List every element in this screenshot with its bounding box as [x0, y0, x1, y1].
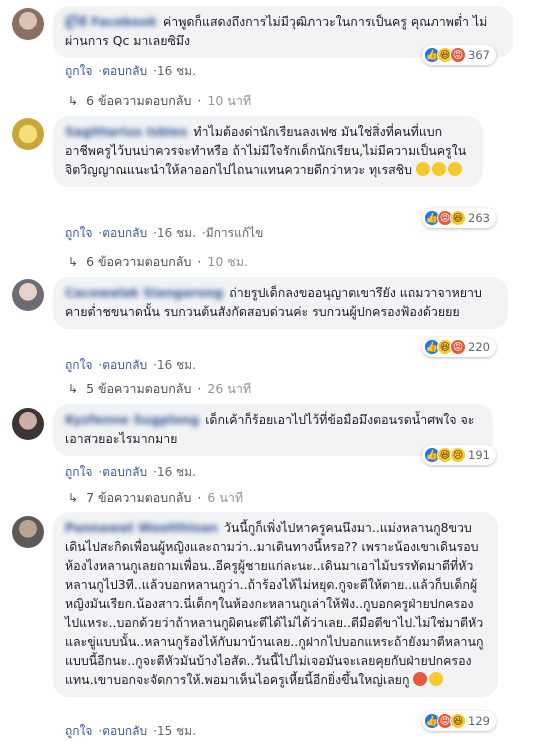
reply-arrow-icon: ↳ — [68, 255, 79, 269]
reaction-count: 263 — [468, 211, 490, 225]
reaction-summary[interactable]: 👍 😡 😆 263 — [422, 208, 496, 228]
reaction-summary[interactable]: 👍 😆 😡 220 — [422, 337, 496, 357]
reply-button[interactable]: ตอบกลับ — [102, 358, 147, 372]
reaction-count: 220 — [468, 340, 490, 354]
replies-time: 6 นาที — [207, 490, 244, 505]
reply-button[interactable]: ตอบกลับ — [102, 465, 147, 479]
comment-author[interactable]: Kyzfenne Sugplong — [65, 412, 199, 427]
emoji-icon — [429, 672, 444, 686]
comment-author[interactable]: Pannawat Wootthisan — [65, 520, 218, 535]
angry-icon: 😡 — [450, 339, 466, 355]
replies-count[interactable]: 7 ข้อความตอบกลับ — [86, 490, 191, 505]
view-replies[interactable]: ↳ 6 ข้อความตอบกลับ · 10 ชม. — [68, 252, 248, 272]
comment-bubble: Cacowalak Siangarong ถ่ายรูปเด็กลงขออนุญา… — [53, 277, 508, 329]
like-button[interactable]: ถูกใจ — [65, 358, 92, 372]
replies-count[interactable]: 6 ข้อความตอบกลับ — [86, 93, 191, 108]
comment-author[interactable]: Cacowalak Siangarong — [65, 285, 223, 300]
view-replies[interactable]: ↳ 6 ข้อความตอบกลับ · 10 นาที — [68, 91, 251, 111]
emoji-icon — [413, 672, 428, 686]
reply-button[interactable]: ตอบกลับ — [102, 226, 147, 240]
reaction-count: 191 — [468, 448, 490, 462]
reply-arrow-icon: ↳ — [68, 94, 79, 108]
comment-author[interactable]: ผู้ใช้ Facebook — [65, 14, 157, 29]
comment-text: วันนี้กูก็เพิ่งไปหาครูคนนึงมา..แม่งหลานก… — [65, 520, 484, 687]
reaction-summary[interactable]: 👍 😆 😡 367 — [422, 45, 496, 65]
like-button[interactable]: ถูกใจ — [65, 64, 92, 78]
sad-icon: 😢 — [450, 447, 466, 463]
avatar[interactable] — [12, 408, 44, 440]
view-replies[interactable]: ↳ 7 ข้อความตอบกลับ · 6 นาที — [68, 488, 243, 508]
replies-time: 10 นาที — [207, 93, 252, 108]
avatar[interactable] — [12, 8, 44, 40]
comment-bubble: Sagittarius Isbles ทำไมต้องด่านักเรียนลงเ… — [53, 116, 483, 187]
like-button[interactable]: ถูกใจ — [65, 724, 92, 738]
replies-time: 10 ชม. — [207, 254, 248, 269]
angry-icon: 😡 — [450, 47, 466, 63]
avatar[interactable] — [12, 118, 44, 150]
replies-count[interactable]: 6 ข้อความตอบกลับ — [86, 254, 191, 269]
comment-time[interactable]: 16 ชม. — [157, 358, 196, 372]
comment-time[interactable]: 16 ชม. — [157, 226, 196, 240]
like-button[interactable]: ถูกใจ — [65, 226, 92, 240]
reply-arrow-icon: ↳ — [68, 491, 79, 505]
reaction-count: 129 — [468, 714, 490, 728]
edited-label[interactable]: มีการแก้ไข — [206, 226, 264, 240]
reply-button[interactable]: ตอบกลับ — [102, 64, 147, 78]
comment-time[interactable]: 16 ชม. — [157, 465, 196, 479]
emoji-icon — [415, 162, 430, 176]
avatar[interactable] — [12, 516, 44, 548]
haha-icon: 😆 — [450, 210, 466, 226]
comment-bubble: Pannawat Wootthisan วันนี้กูก็เพิ่งไปหาคร… — [53, 512, 498, 697]
reply-button[interactable]: ตอบกลับ — [102, 724, 147, 738]
reaction-count: 367 — [468, 48, 490, 62]
comment-actions: ถูกใจ ·ตอบกลับ ·16 ชม. ·มีการแก้ไข — [65, 226, 264, 240]
reaction-summary[interactable]: 👍 😆 😢 191 — [422, 445, 496, 465]
comment-actions: ถูกใจ ·ตอบกลับ ·16 ชม. — [65, 465, 196, 479]
replies-time: 26 นาที — [207, 381, 252, 396]
view-replies[interactable]: ↳ 5 ข้อความตอบกลับ · 26 นาที — [68, 379, 251, 399]
like-button[interactable]: ถูกใจ — [65, 465, 92, 479]
comment-author[interactable]: Sagittarius Isbles — [65, 124, 187, 139]
comment-time[interactable]: 16 ชม. — [157, 64, 196, 78]
haha-icon: 😆 — [450, 713, 466, 729]
avatar[interactable] — [12, 279, 44, 311]
emoji-icon — [447, 162, 462, 176]
reply-arrow-icon: ↳ — [68, 382, 79, 396]
replies-count[interactable]: 5 ข้อความตอบกลับ — [86, 381, 191, 396]
comment-time[interactable]: 15 ชม. — [157, 724, 196, 738]
reaction-summary[interactable]: 👍 😡 😆 129 — [422, 711, 496, 731]
comment-actions: ถูกใจ ·ตอบกลับ ·16 ชม. — [65, 358, 196, 372]
emoji-icon — [431, 162, 446, 176]
comment-actions: ถูกใจ ·ตอบกลับ ·15 ชม. — [65, 724, 196, 738]
comment-actions: ถูกใจ ·ตอบกลับ ·16 ชม. — [65, 64, 196, 78]
